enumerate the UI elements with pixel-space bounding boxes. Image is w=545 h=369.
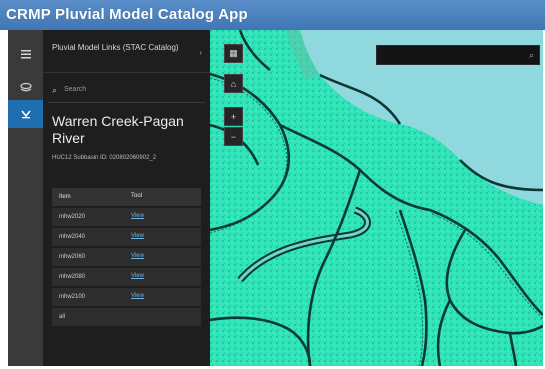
- view-link[interactable]: View: [131, 253, 144, 259]
- panel-header: Pluvial Model Links (STAC Catalog) ‹: [43, 30, 210, 73]
- table-row: all: [52, 308, 201, 326]
- table-header-row: Item Tool: [52, 188, 201, 206]
- search-placeholder[interactable]: Search: [64, 86, 86, 93]
- app-window: CRMP Pluvial Model Catalog App Pluvial M…: [0, 0, 545, 369]
- home-button[interactable]: ⌂: [224, 74, 243, 93]
- table-row: mhw2060 View: [52, 248, 201, 266]
- column-header-item: Item: [59, 194, 71, 200]
- table-row: mhw2040 View: [52, 228, 201, 246]
- row-item: mhw2060: [59, 254, 86, 260]
- basemap-toggle-button[interactable]: ▦: [224, 44, 243, 63]
- app-title: CRMP Pluvial Model Catalog App: [6, 6, 248, 23]
- row-item: mhw2100: [59, 294, 86, 300]
- search-icon: ⌕: [528, 50, 534, 60]
- row-item: mhw2080: [59, 274, 86, 280]
- panel-search[interactable]: ⌕ Search: [48, 80, 205, 103]
- table-row: mhw2080 View: [52, 268, 201, 286]
- column-header-tool: Tool: [131, 193, 143, 199]
- list-icon[interactable]: [8, 40, 43, 68]
- panel-title: Pluvial Model Links (STAC Catalog): [52, 43, 179, 52]
- model-table: Item Tool mhw2020 View mhw2040 View mhw2…: [52, 188, 201, 328]
- view-link[interactable]: View: [131, 213, 144, 219]
- row-item: mhw2040: [59, 234, 86, 240]
- catalog-icon[interactable]: [8, 100, 43, 128]
- title-bar: CRMP Pluvial Model Catalog App: [0, 0, 545, 30]
- map-canvas[interactable]: [210, 30, 543, 366]
- map-view[interactable]: ▦ ⌂ + − ⌕: [210, 30, 543, 366]
- table-row: mhw2100 View: [52, 288, 201, 306]
- row-item: all: [59, 314, 66, 320]
- map-search-input[interactable]: ⌕: [376, 45, 540, 65]
- view-link[interactable]: View: [131, 293, 144, 299]
- collapse-icon[interactable]: ‹: [199, 48, 202, 57]
- layers-icon[interactable]: [8, 74, 43, 102]
- search-icon: ⌕: [52, 85, 58, 95]
- model-id: HUC12 Subbasin ID: 020802060902_2: [52, 155, 157, 161]
- view-link[interactable]: View: [131, 233, 144, 239]
- view-link[interactable]: View: [131, 273, 144, 279]
- table-row: mhw2020 View: [52, 208, 201, 226]
- side-rail: [8, 30, 43, 366]
- row-item: mhw2020: [59, 214, 86, 220]
- zoom-out-button[interactable]: −: [224, 127, 243, 146]
- app-content: Pluvial Model Links (STAC Catalog) ‹ ⌕ S…: [8, 30, 543, 366]
- catalog-panel: Pluvial Model Links (STAC Catalog) ‹ ⌕ S…: [43, 30, 210, 366]
- zoom-in-button[interactable]: +: [224, 107, 243, 126]
- model-name: Warren Creek-Pagan River: [52, 113, 184, 146]
